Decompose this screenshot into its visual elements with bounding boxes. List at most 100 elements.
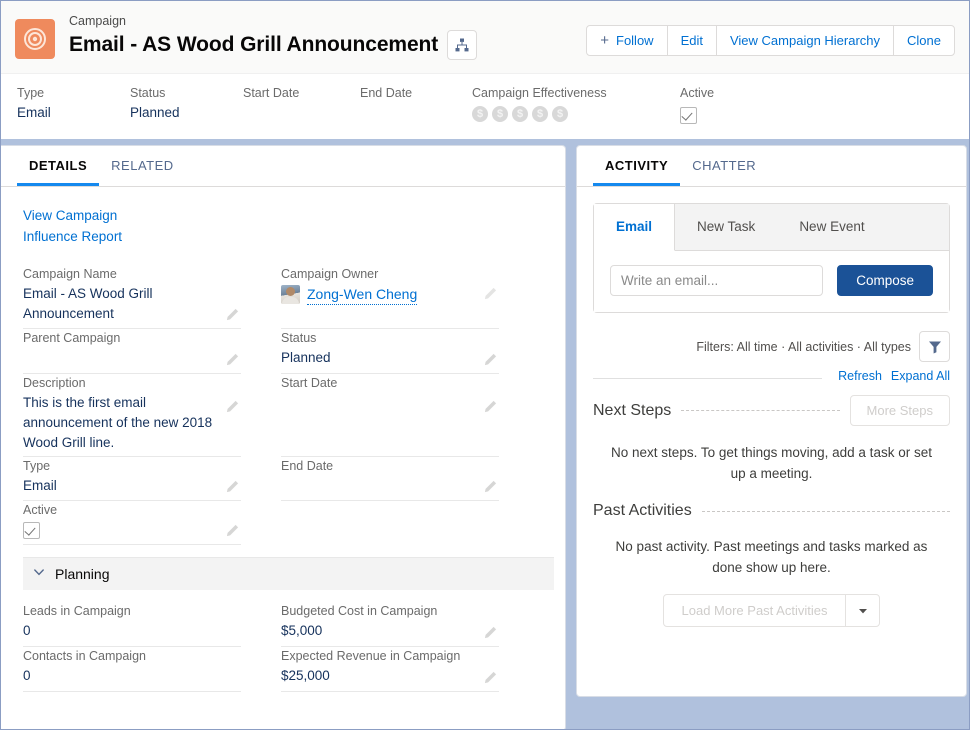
record-title-block: Campaign Email - AS Wood Grill Announcem… bbox=[69, 13, 586, 60]
compact-value: Email bbox=[17, 102, 130, 124]
field-label: Parent Campaign bbox=[23, 329, 215, 348]
clone-button[interactable]: Clone bbox=[893, 25, 955, 56]
field-label: Description bbox=[23, 374, 215, 393]
load-more-wrap: Load More Past Activities bbox=[593, 594, 950, 627]
field-label: Campaign Name bbox=[23, 265, 215, 284]
details-body: View Campaign Influence Report Campaign … bbox=[1, 187, 565, 730]
chevron-down-icon[interactable] bbox=[845, 595, 879, 626]
planning-column-right: Budgeted Cost in Campaign $5,000 Expecte… bbox=[281, 602, 499, 692]
field-value bbox=[281, 476, 473, 498]
filters-label: Filters: All time · All activities · All… bbox=[696, 340, 911, 354]
expand-all-link[interactable]: Expand All bbox=[891, 369, 950, 383]
follow-button[interactable]: + Follow bbox=[586, 25, 667, 56]
tab-related[interactable]: RELATED bbox=[99, 146, 186, 186]
campaign-owner-link[interactable]: Zong-Wen Cheng bbox=[307, 284, 417, 305]
field-label: Leads in Campaign bbox=[23, 602, 215, 621]
edit-pencil-icon[interactable] bbox=[225, 353, 239, 367]
edit-pencil-icon[interactable] bbox=[483, 626, 497, 640]
compact-value: Planned bbox=[130, 102, 243, 124]
edit-pencil-icon[interactable] bbox=[225, 524, 239, 538]
field-campaign-owner: Campaign Owner Zong-Wen Cheng bbox=[281, 265, 499, 329]
edit-pencil-icon[interactable] bbox=[225, 480, 239, 494]
compact-label: Type bbox=[17, 84, 130, 102]
field-expected-revenue-in-campaign: Expected Revenue in Campaign $25,000 bbox=[281, 647, 499, 692]
effectiveness-coin-icon: $ bbox=[552, 106, 568, 122]
compact-field-start-date: Start Date bbox=[243, 84, 360, 127]
record-header: Campaign Email - AS Wood Grill Announcem… bbox=[1, 1, 969, 73]
compact-label: Campaign Effectiveness bbox=[472, 84, 680, 102]
campaign-target-icon bbox=[15, 19, 55, 59]
field-contacts-in-campaign: Contacts in Campaign 0 bbox=[23, 647, 241, 692]
composer-tab-new-task[interactable]: New Task bbox=[675, 204, 777, 250]
edit-pencil-icon[interactable] bbox=[225, 400, 239, 414]
owner-line: Zong-Wen Cheng bbox=[281, 284, 473, 305]
field-value: Email bbox=[23, 476, 215, 496]
record-highlights-panel: Campaign Email - AS Wood Grill Announcem… bbox=[1, 1, 969, 139]
compact-label: Status bbox=[130, 84, 243, 102]
compact-label: Start Date bbox=[243, 84, 360, 102]
field-status: Status Planned bbox=[281, 329, 499, 374]
field-label: Start Date bbox=[281, 374, 473, 393]
view-campaign-influence-report-link[interactable]: View Campaign Influence Report bbox=[23, 205, 143, 247]
record-actions: + Follow Edit View Campaign Hierarchy Cl… bbox=[586, 25, 955, 56]
tab-activity[interactable]: ACTIVITY bbox=[593, 146, 680, 186]
tab-details[interactable]: DETAILS bbox=[17, 146, 99, 186]
edit-button[interactable]: Edit bbox=[667, 25, 717, 56]
activity-tabs: ACTIVITY CHATTER bbox=[577, 146, 966, 187]
field-end-date: End Date bbox=[281, 457, 499, 501]
funnel-icon[interactable] bbox=[919, 331, 950, 362]
more-steps-button[interactable]: More Steps bbox=[850, 395, 950, 426]
details-column-right: Campaign Owner Zong-Wen Cheng Status Pla… bbox=[281, 265, 499, 545]
composer-tab-email[interactable]: Email bbox=[594, 204, 675, 251]
field-budgeted-cost-in-campaign: Budgeted Cost in Campaign $5,000 bbox=[281, 602, 499, 647]
field-label: Active bbox=[23, 501, 215, 520]
field-label: Campaign Owner bbox=[281, 265, 473, 284]
details-column-left: Campaign Name Email - AS Wood Grill Anno… bbox=[23, 265, 241, 545]
field-leads-in-campaign: Leads in Campaign 0 bbox=[23, 602, 241, 647]
record-tabs: DETAILS RELATED bbox=[1, 146, 565, 187]
section-header-planning[interactable]: Planning bbox=[23, 557, 554, 590]
chevron-down-icon bbox=[33, 565, 45, 583]
view-campaign-hierarchy-button[interactable]: View Campaign Hierarchy bbox=[716, 25, 894, 56]
view-hierarchy-button[interactable] bbox=[447, 30, 477, 60]
field-value: Planned bbox=[281, 348, 473, 368]
field-active: Active bbox=[23, 501, 241, 545]
compact-label: Active bbox=[680, 84, 760, 102]
object-type-label: Campaign bbox=[69, 13, 586, 29]
field-value: Email - AS Wood Grill Announcement bbox=[23, 284, 215, 324]
avatar bbox=[281, 285, 300, 304]
edit-pencil-icon[interactable] bbox=[483, 480, 497, 494]
past-activities-empty-message: No past activity. Past meetings and task… bbox=[593, 520, 950, 584]
title-row: Email - AS Wood Grill Announcement bbox=[69, 30, 586, 60]
compact-field-end-date: End Date bbox=[360, 84, 472, 127]
campaign-record-page: Campaign Email - AS Wood Grill Announcem… bbox=[0, 0, 970, 730]
effectiveness-coin-icon: $ bbox=[512, 106, 528, 122]
field-label: End Date bbox=[281, 457, 473, 476]
field-type: Type Email bbox=[23, 457, 241, 501]
details-card: DETAILS RELATED View Campaign Influence … bbox=[1, 145, 566, 730]
edit-pencil-icon[interactable] bbox=[483, 353, 497, 367]
activity-filters: Filters: All time · All activities · All… bbox=[593, 331, 950, 362]
divider bbox=[681, 410, 839, 411]
effectiveness-rating[interactable]: $ $ $ $ $ bbox=[472, 102, 680, 122]
edit-pencil-icon[interactable] bbox=[483, 287, 497, 301]
refresh-link[interactable]: Refresh bbox=[838, 369, 882, 383]
edit-pencil-icon[interactable] bbox=[483, 400, 497, 414]
email-input[interactable] bbox=[610, 265, 823, 296]
compose-button[interactable]: Compose bbox=[837, 265, 933, 296]
details-field-grid: Campaign Name Email - AS Wood Grill Anno… bbox=[23, 265, 547, 545]
compact-label: End Date bbox=[360, 84, 472, 102]
activity-body: Email New Task New Event Compose Filters… bbox=[577, 187, 966, 627]
field-parent-campaign: Parent Campaign bbox=[23, 329, 241, 374]
field-label: Status bbox=[281, 329, 473, 348]
effectiveness-coin-icon: $ bbox=[492, 106, 508, 122]
composer-tab-new-event[interactable]: New Event bbox=[777, 204, 886, 250]
load-more-label: Load More Past Activities bbox=[664, 595, 846, 626]
load-more-past-activities[interactable]: Load More Past Activities bbox=[663, 594, 881, 627]
activity-composer: Email New Task New Event Compose bbox=[593, 203, 950, 313]
activity-action-links: Refresh Expand All bbox=[593, 369, 950, 383]
tab-chatter[interactable]: CHATTER bbox=[680, 146, 768, 186]
past-activities-header: Past Activities bbox=[593, 502, 950, 520]
edit-pencil-icon[interactable] bbox=[225, 308, 239, 322]
edit-pencil-icon[interactable] bbox=[483, 671, 497, 685]
